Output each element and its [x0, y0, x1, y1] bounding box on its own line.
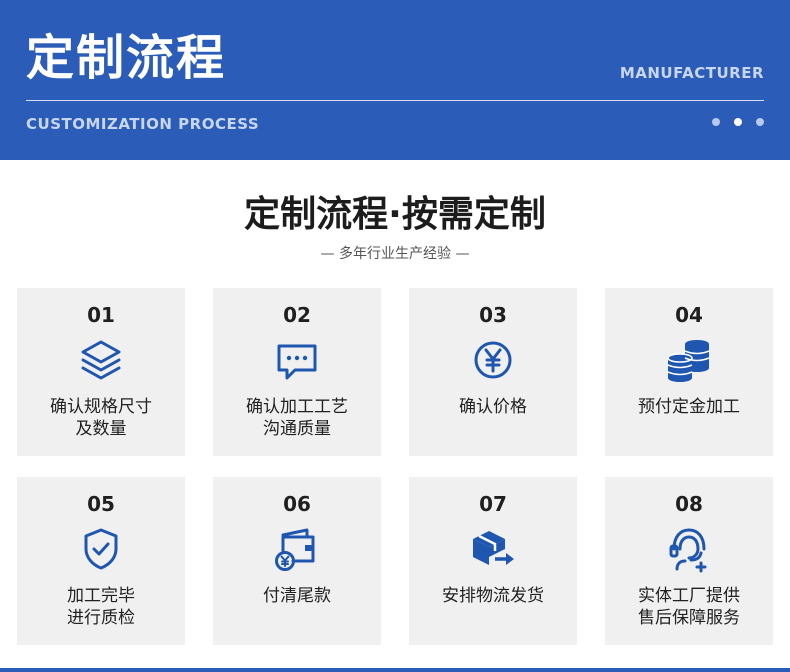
- step-label-line: 付清尾款: [263, 586, 331, 606]
- step-label-line: 安排物流发货: [442, 586, 544, 606]
- process-steps-grid: 01 确认规格尺寸 及数量 02 确认加工工艺 沟通质量 03 确认价格 04 …: [17, 288, 774, 645]
- carousel-dots: [712, 118, 764, 126]
- delivery-box-icon: [469, 525, 517, 573]
- step-card-06: 06 付清尾款: [213, 477, 381, 645]
- coin-stack-icon: [665, 336, 713, 384]
- step-number: 06: [283, 492, 311, 516]
- customer-service-icon: [665, 525, 713, 573]
- step-label-line: 确认规格尺寸: [50, 397, 152, 417]
- step-label-line: 实体工厂提供: [638, 586, 740, 606]
- step-number: 05: [87, 492, 115, 516]
- step-label: 预付定金加工: [611, 396, 767, 418]
- step-label-line: 及数量: [75, 419, 127, 439]
- step-label: 加工完毕 进行质检: [23, 585, 179, 629]
- step-label-line: 确认加工工艺: [246, 397, 348, 417]
- step-label-line: 进行质检: [67, 608, 135, 628]
- shield-check-icon: [77, 525, 125, 573]
- carousel-dot[interactable]: [756, 118, 764, 126]
- bottom-accent-bar: [0, 668, 790, 672]
- step-card-01: 01 确认规格尺寸 及数量: [17, 288, 185, 456]
- step-label: 付清尾款: [219, 585, 375, 607]
- step-number: 08: [675, 492, 703, 516]
- banner-subtitle: CUSTOMIZATION PROCESS: [26, 115, 260, 133]
- step-label-line: 沟通质量: [263, 419, 331, 439]
- step-label: 确认价格: [415, 396, 571, 418]
- step-card-05: 05 加工完毕 进行质检: [17, 477, 185, 645]
- step-number: 03: [479, 303, 507, 327]
- step-card-02: 02 确认加工工艺 沟通质量: [213, 288, 381, 456]
- step-number: 02: [283, 303, 311, 327]
- step-label-line: 售后保障服务: [638, 608, 740, 628]
- step-card-04: 04 预付定金加工: [605, 288, 773, 456]
- step-label: 确认规格尺寸 及数量: [23, 396, 179, 440]
- step-card-08: 08 实体工厂提供 售后保障服务: [605, 477, 773, 645]
- header-banner: 定制流程 MANUFACTURER CUSTOMIZATION PROCESS: [0, 0, 790, 160]
- step-label: 安排物流发货: [415, 585, 571, 607]
- wallet-icon: [273, 525, 321, 573]
- carousel-dot[interactable]: [712, 118, 720, 126]
- step-label-line: 预付定金加工: [638, 397, 740, 417]
- banner-title: 定制流程: [26, 30, 227, 86]
- banner-divider: [26, 100, 764, 101]
- layers-icon: [77, 336, 125, 384]
- step-label: 实体工厂提供 售后保障服务: [611, 585, 767, 629]
- step-label-line: 确认价格: [459, 397, 527, 417]
- step-label-line: 加工完毕: [67, 586, 135, 606]
- carousel-dot-active[interactable]: [734, 118, 742, 126]
- chat-bubble-icon: [273, 336, 321, 384]
- step-number: 07: [479, 492, 507, 516]
- step-card-07: 07 安排物流发货: [409, 477, 577, 645]
- step-card-03: 03 确认价格: [409, 288, 577, 456]
- step-number: 01: [87, 303, 115, 327]
- yuan-coin-icon: [469, 336, 517, 384]
- step-label: 确认加工工艺 沟通质量: [219, 396, 375, 440]
- section-title: 定制流程·按需定制: [244, 194, 546, 235]
- step-number: 04: [675, 303, 703, 327]
- section-subtitle: — 多年行业生产经验 —: [320, 246, 470, 262]
- manufacturer-label: MANUFACTURER: [619, 64, 764, 82]
